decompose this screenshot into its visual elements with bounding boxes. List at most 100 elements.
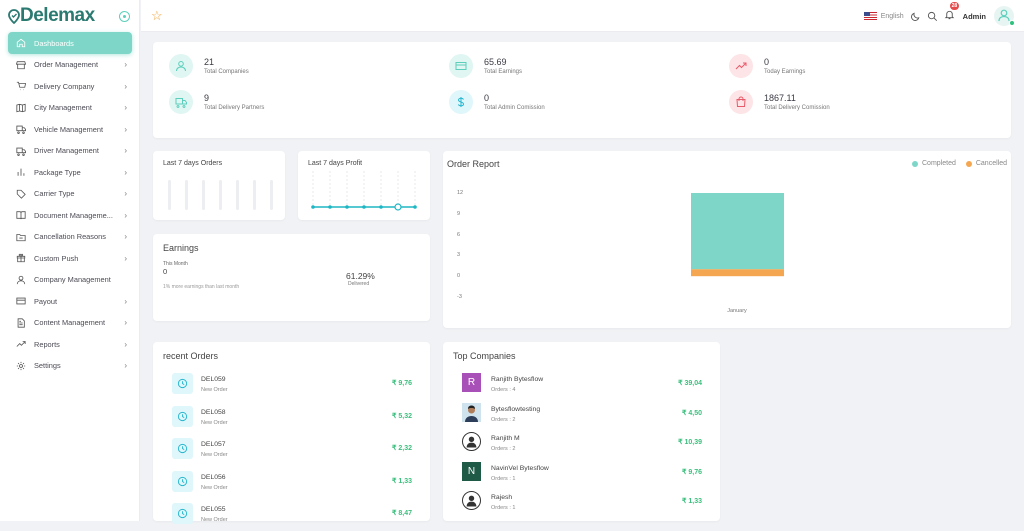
sidebar-item-package-type[interactable]: Package Type › [8, 162, 132, 184]
stat-total-earnings: 65.69 Total Earnings [449, 54, 522, 78]
stat-value: 9 [204, 93, 210, 103]
stat-value: 1867.11 [764, 93, 796, 103]
company-amount: ₹ 9,76 [681, 468, 702, 476]
user-name[interactable]: Admin [963, 12, 986, 21]
top-companies-title: Top Companies [453, 351, 516, 361]
order-amount: ₹ 2,32 [391, 445, 412, 452]
sidebar-item-cancellation-reasons[interactable]: Cancellation Reasons › [8, 226, 132, 248]
sidebar-item-dashboards[interactable]: Dashboards [8, 32, 132, 54]
chevron-right-icon: › [124, 232, 127, 242]
order-amount: ₹ 1,33 [391, 477, 412, 485]
stat-icon-wrap [449, 90, 473, 114]
order-amount: ₹ 9,76 [391, 380, 412, 387]
order-status: New Order [201, 387, 228, 393]
trending-up-icon [16, 341, 26, 348]
order-id: DEL057 [201, 441, 226, 448]
sidebar-item-order-management[interactable]: Order Management › [8, 54, 132, 76]
notifications-button[interactable]: 28 [944, 2, 960, 25]
document-icon [17, 318, 25, 328]
company-amount: ₹ 10,39 [678, 439, 702, 446]
sidebar-item-company-management[interactable]: Company Management [8, 269, 132, 291]
bar-completed[interactable] [691, 193, 784, 270]
sidebar-item-custom-push[interactable]: Custom Push › [8, 248, 132, 270]
sidebar-item-label: Company Management [34, 275, 111, 285]
sidebar-item-content-management[interactable]: Content Management › [8, 312, 132, 334]
list-item[interactable]: Bytesflowtesting Orders : 2 ₹ 4,50 [462, 402, 702, 431]
order-id: DEL055 [201, 506, 226, 513]
list-item[interactable]: DEL059 New Order ₹ 9,76 [172, 373, 412, 401]
trending-up-icon [735, 62, 747, 70]
order-status: New Order [201, 517, 228, 523]
order-report-card: Order Report Completed Cancelled 12 9 6 3 0 -3… [443, 151, 1011, 328]
delivered-label: Delivered [348, 281, 370, 287]
profit-sparkline [311, 171, 417, 211]
stat-total-companies: 21 Total Companies [169, 54, 249, 78]
clock-icon [177, 508, 188, 519]
company-avatar [462, 432, 481, 451]
user-icon [998, 9, 1010, 22]
moon-icon[interactable] [910, 11, 921, 22]
gear-icon [16, 361, 26, 370]
chevron-right-icon: › [124, 318, 127, 328]
sidebar-item-reports[interactable]: Reports › [8, 334, 132, 356]
home-icon [16, 38, 26, 48]
language-selector[interactable]: English [881, 13, 904, 20]
stat-icon-wrap [169, 54, 193, 78]
stat-value: 21 [204, 57, 215, 67]
x-tick-label: January [727, 308, 747, 314]
bar-cancelled[interactable] [691, 269, 784, 277]
star-icon[interactable]: ☆ [151, 8, 163, 24]
folder-icon [16, 233, 26, 241]
app-logo[interactable]: Delemax [8, 5, 95, 27]
sidebar-nav: Dashboards Order Management › Delivery Comp… [8, 32, 132, 377]
stat-today-earnings: 0 Today Earnings [729, 54, 805, 78]
sparkline-bar [253, 180, 256, 210]
list-item[interactable]: DEL058 New Order ₹ 5,32 [172, 405, 412, 434]
stat-label: Total Companies [204, 69, 249, 75]
clock-icon [177, 443, 188, 454]
delivered-percent: 61.29% [346, 271, 375, 281]
sidebar-item-payout[interactable]: Payout › [8, 291, 132, 313]
chevron-right-icon: › [124, 339, 127, 349]
list-item[interactable]: N NavinVel Bytesflow Orders : 1 ₹ 9,76 [462, 461, 702, 490]
stat-icon-wrap [449, 54, 473, 78]
us-flag-icon[interactable] [863, 12, 877, 20]
company-name: NavinVel Bytesflow [491, 464, 549, 472]
list-item[interactable]: R Ranjith Bytesflow Orders : 4 ₹ 39,04 [462, 373, 702, 401]
sidebar-item-city-management[interactable]: City Management › [8, 97, 132, 119]
sidebar-item-label: City Management [34, 103, 92, 113]
list-item[interactable]: DEL055 New Order ₹ 8,47 [172, 503, 412, 531]
sidebar-item-vehicle-management[interactable]: Vehicle Management › [8, 119, 132, 141]
company-avatar: R [462, 373, 481, 392]
order-status: New Order [201, 419, 228, 426]
sidebar-item-driver-management[interactable]: Driver Management › [8, 140, 132, 162]
orders-card: Last 7 days Orders [153, 151, 285, 220]
chevron-right-icon: › [124, 361, 127, 371]
order-status: New Order [201, 484, 228, 491]
chevron-right-icon: › [124, 189, 127, 199]
profit-card-title: Last 7 days Profit [308, 160, 363, 167]
sidebar-item-label: Vehicle Management [34, 124, 104, 134]
avatar[interactable] [994, 6, 1015, 26]
company-orders: Orders : 2 [491, 446, 516, 452]
search-icon[interactable] [927, 11, 938, 22]
sidebar-item-carrier-type[interactable]: Carrier Type › [8, 183, 132, 205]
recent-orders-card: recent Orders DEL059 New Order ₹ 9,76 DEL05… [153, 342, 430, 524]
list-item[interactable]: DEL056 New Order ₹ 1,33 [172, 470, 412, 499]
sparkline-bar [185, 180, 188, 210]
sidebar-toggle-icon[interactable] [119, 11, 130, 22]
sidebar-item-label: Carrier Type [34, 189, 75, 199]
user-icon [16, 275, 26, 284]
list-item[interactable]: Rajesh Orders : 1 ₹ 1,33 [462, 491, 702, 519]
sidebar-item-delivery-company[interactable]: Delivery Company › [8, 76, 132, 98]
notification-badge: 28 [949, 2, 960, 10]
truck-icon [16, 147, 26, 156]
list-item[interactable]: DEL057 New Order ₹ 2,32 [172, 438, 412, 466]
sidebar-item-document-manageme[interactable]: Document Manageme... › [8, 205, 132, 227]
order-status: New Order [201, 452, 228, 458]
company-name: Ranjith M [491, 435, 520, 442]
company-orders: Orders : 1 [491, 475, 516, 482]
chevron-right-icon: › [124, 253, 127, 263]
list-item[interactable]: Ranjith M Orders : 2 ₹ 10,39 [462, 432, 702, 460]
sidebar-item-settings[interactable]: Settings › [8, 355, 132, 377]
